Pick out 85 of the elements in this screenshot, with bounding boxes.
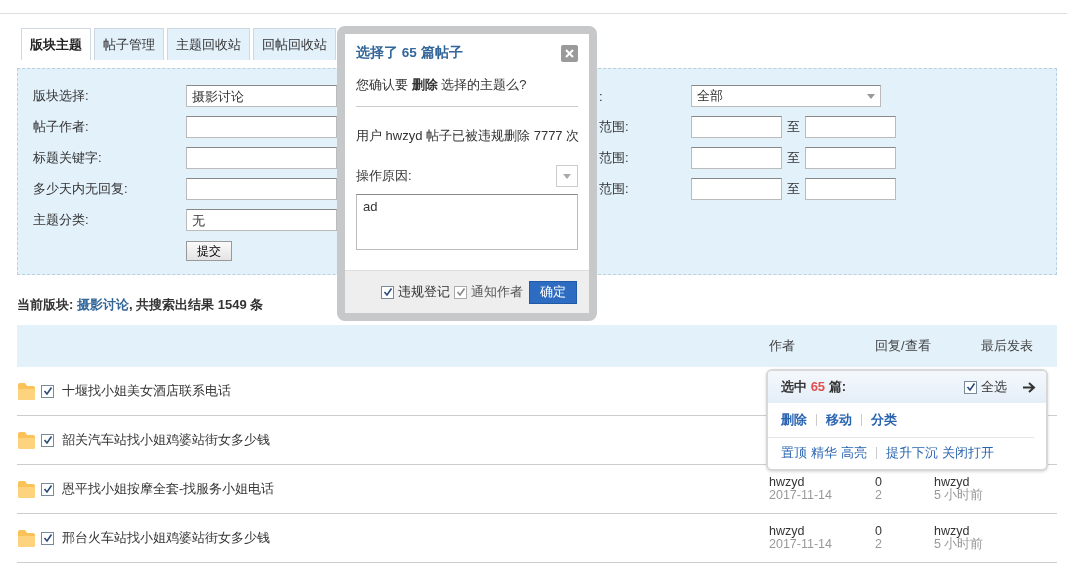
range-separator: 至 — [787, 180, 800, 198]
checkbox[interactable] — [964, 380, 977, 394]
action-link[interactable]: 分类 — [871, 411, 897, 429]
folder-icon — [17, 529, 35, 547]
checkbox[interactable] — [41, 433, 54, 447]
select-all-label: 全选 — [981, 378, 1007, 396]
action-link[interactable]: 高亮 — [841, 444, 867, 462]
author-name[interactable]: hwzyd — [769, 476, 875, 489]
input-field[interactable] — [691, 116, 782, 138]
option-label: 通知作者 — [471, 283, 523, 301]
checkbox[interactable] — [41, 384, 54, 398]
forum-link[interactable]: 摄影讨论 — [76, 297, 129, 312]
field-label: 多少天内无回复: — [33, 180, 129, 198]
violation-notice: 用户 hwzyd 帖子已被违规删除 7777 次 — [356, 127, 578, 145]
checkbox[interactable] — [41, 482, 54, 496]
action-link[interactable]: 精华 — [811, 444, 837, 462]
topic-title[interactable]: 韶关汽车站找小姐鸡婆站街女多少钱 — [62, 431, 270, 449]
post-date: 2017-11-14 — [769, 489, 833, 502]
topic-title[interactable]: 十堰找小姐美女酒店联系电话 — [62, 382, 231, 400]
input-field[interactable]: 摄影讨论 — [186, 85, 337, 107]
arrow-icon[interactable] — [1023, 381, 1036, 393]
checkbox[interactable] — [41, 531, 54, 545]
topic-title[interactable]: 邢台火车站找小姐鸡婆站街女多少钱 — [62, 529, 270, 547]
field-label: 范围: — [599, 180, 630, 198]
input-field[interactable] — [186, 147, 337, 169]
select-value: 全部 — [697, 87, 723, 105]
view-count: 2 — [875, 489, 883, 502]
action-link[interactable]: 移动 — [826, 411, 852, 429]
range-separator: 至 — [787, 149, 800, 167]
field-label: 标题关键字: — [33, 149, 103, 167]
folder-icon — [17, 480, 35, 498]
dialog-title: 选择了 65 篇帖子 — [356, 44, 463, 62]
confirm-button[interactable]: 确定 — [529, 280, 577, 304]
reason-dropdown[interactable] — [556, 165, 578, 187]
topic-title[interactable]: 恩平找小姐按摩全套-找服务小姐电话 — [62, 480, 275, 498]
field-label: 范围: — [599, 118, 630, 136]
input-field[interactable] — [805, 116, 896, 138]
tab[interactable]: 帖子管理 — [94, 28, 164, 60]
checkbox[interactable] — [381, 285, 394, 299]
last-poster[interactable]: hwzyd — [934, 476, 984, 489]
action-link[interactable]: 删除 — [781, 411, 807, 429]
tab[interactable]: 主题回收站 — [167, 28, 250, 60]
result-summary: 当前版块: 摄影讨论, 共搜索出结果 1549 条 — [17, 296, 264, 314]
field-label: 主题分类: — [33, 211, 90, 229]
input-field[interactable] — [186, 178, 337, 200]
input-field[interactable] — [691, 178, 782, 200]
post-date: 2017-11-14 — [769, 538, 833, 551]
column-header: 最后发表 — [981, 337, 1034, 355]
field-label: 版块选择: — [33, 87, 90, 105]
input-field[interactable] — [805, 178, 896, 200]
close-icon — [565, 48, 574, 58]
reason-textarea[interactable]: ad — [356, 194, 578, 250]
reply-count: 0 — [875, 476, 883, 489]
input-field[interactable] — [805, 147, 896, 169]
caret-icon — [563, 173, 571, 179]
last-poster[interactable]: hwzyd — [934, 525, 984, 538]
close-button[interactable] — [561, 44, 578, 62]
column-header: 回复/查看 — [875, 337, 932, 355]
input-field[interactable] — [186, 116, 337, 138]
submit-button[interactable]: 提交 — [186, 241, 232, 261]
folder-icon — [17, 431, 35, 449]
column-header: 作者 — [769, 337, 796, 355]
caret-icon — [867, 93, 875, 99]
confirm-question: 您确认要 删除 选择的主题么? — [356, 76, 578, 107]
reply-count: 0 — [875, 525, 883, 538]
action-link[interactable]: 提升下沉 — [886, 444, 938, 462]
selected-count: 选中 65 篇: — [781, 378, 848, 396]
folder-icon — [17, 382, 35, 400]
option-label: 违规登记 — [398, 283, 450, 301]
reason-label: 操作原因: — [356, 167, 412, 185]
action-link[interactable]: 关闭打开 — [942, 444, 994, 462]
view-count: 2 — [875, 538, 883, 551]
input-field[interactable] — [691, 147, 782, 169]
last-post-time: 5 小时前 — [934, 538, 984, 551]
range-separator: 至 — [787, 118, 800, 136]
select-field[interactable]: 全部 — [691, 85, 881, 107]
last-post-time: 5 小时前 — [934, 489, 984, 502]
action-link[interactable]: 置顶 — [781, 444, 807, 462]
field-label: 范围: — [599, 149, 630, 167]
field-label: 帖子作者: — [33, 118, 90, 136]
field-label: : — [599, 88, 604, 104]
input-field[interactable]: 无 — [186, 209, 337, 231]
tab[interactable]: 回帖回收站 — [253, 28, 336, 60]
tab[interactable]: 版块主题 — [21, 28, 91, 60]
author-name[interactable]: hwzyd — [769, 525, 875, 538]
